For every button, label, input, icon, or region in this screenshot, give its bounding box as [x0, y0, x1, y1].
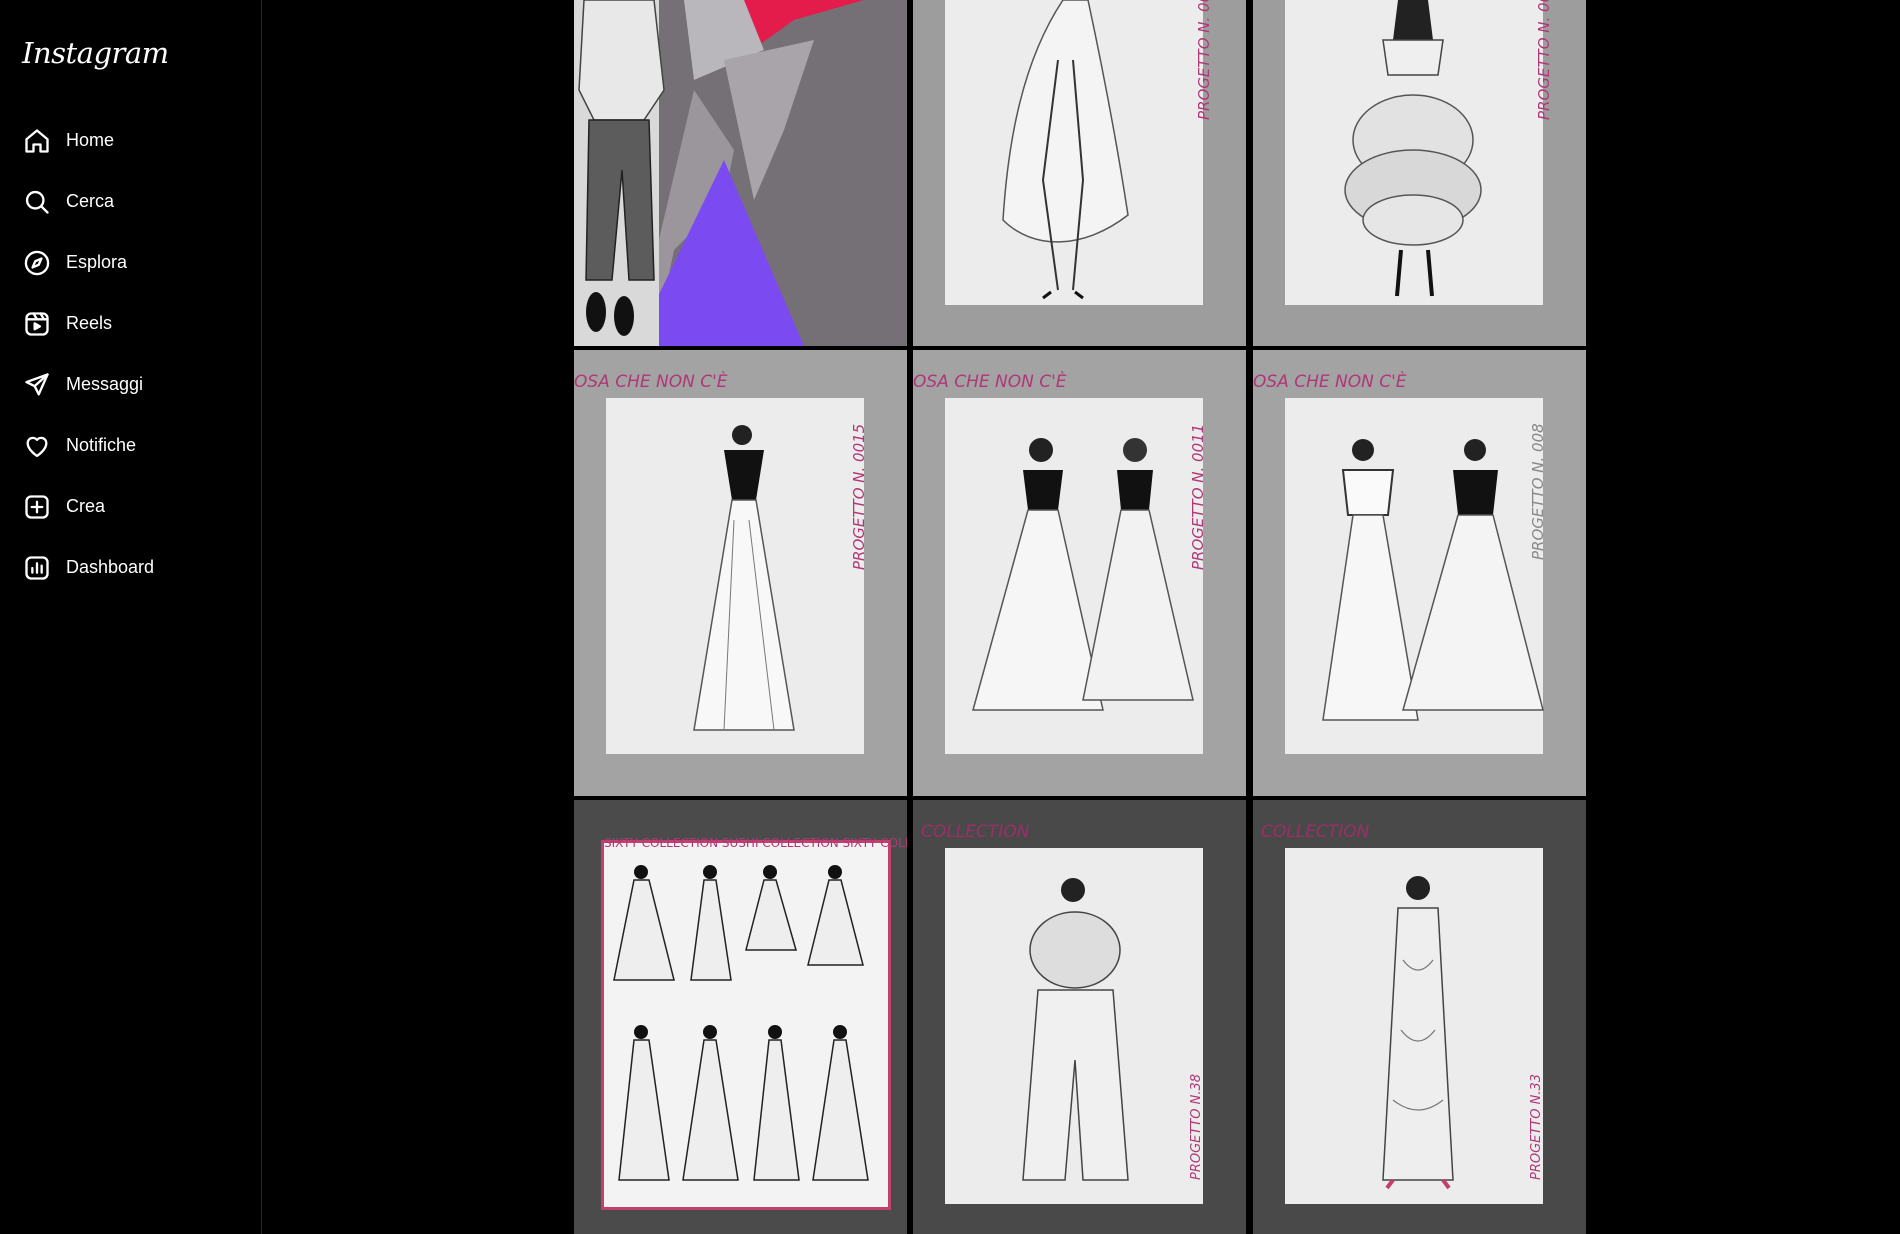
post-tile[interactable]: OSA CHE NON C'È PROGETTO N. 0015 — [574, 350, 907, 796]
sidebar-item-home[interactable]: Home — [0, 110, 262, 171]
project-label: PROGETTO N. 0011 — [1189, 423, 1207, 570]
dashboard-icon — [22, 553, 52, 583]
search-icon — [22, 187, 52, 217]
post-tile[interactable]: OSA CHE NON C'È PROGETTO N. 008 — [1253, 350, 1586, 796]
sidebar-item-label: Messaggi — [66, 374, 144, 394]
fashion-sketch-pair — [972, 438, 1194, 711]
post-image-geometric — [574, 0, 907, 346]
sidebar-item-label: Crea — [66, 496, 106, 516]
sidebar-item-search[interactable]: Cerca — [0, 171, 262, 232]
post-tile[interactable] — [574, 0, 907, 346]
sidebar-item-label: Home — [66, 130, 115, 150]
post-tile[interactable]: COLLECTION PROGETTO N.38 — [913, 800, 1246, 1234]
sidebar-item-label: Esplora — [66, 252, 128, 272]
sidebar: Instagram Home Cerca Esplora Reels Messa… — [0, 0, 262, 1234]
post-grid: PROGETTO N. 00 PROGETTO N. 00 OSA CHE NO… — [574, 0, 1586, 1234]
sidebar-item-dashboard[interactable]: Dashboard — [0, 537, 262, 598]
sidebar-item-messages[interactable]: Messaggi — [0, 354, 262, 415]
project-label: PROGETTO N.33 — [1529, 1073, 1544, 1180]
post-tile[interactable]: SIXTY COLLECTION SUSHI COLLECTION SIXTY … — [574, 800, 907, 1234]
post-tile[interactable]: PROGETTO N. 00 — [913, 0, 1246, 346]
instagram-logo[interactable]: Instagram — [22, 36, 169, 70]
heart-icon — [22, 431, 52, 461]
project-label: PROGETTO N.38 — [1189, 1073, 1204, 1180]
sidebar-item-label: Cerca — [66, 191, 115, 211]
reels-icon — [22, 309, 52, 339]
post-tile[interactable]: PROGETTO N. 00 — [1253, 0, 1586, 346]
plus-square-icon — [22, 492, 52, 522]
project-label: PROGETTO N. 00 — [1535, 0, 1553, 120]
fashion-sketch-gown — [693, 425, 795, 731]
send-icon — [22, 370, 52, 400]
collection-figures — [613, 865, 869, 1181]
post-tile[interactable]: OSA CHE NON C'È PROGETTO N. 0011 — [913, 350, 1246, 796]
project-label: PROGETTO N. 00 — [1195, 0, 1213, 120]
sidebar-item-explore[interactable]: Esplora — [0, 232, 262, 293]
fashion-sketch-pair-wrap — [1322, 439, 1544, 721]
sidebar-item-reels[interactable]: Reels — [0, 293, 262, 354]
sidebar-item-label: Dashboard — [66, 557, 155, 577]
compass-icon — [22, 248, 52, 278]
home-icon — [22, 126, 52, 156]
project-label: PROGETTO N. 0015 — [850, 423, 868, 570]
sidebar-nav: Home Cerca Esplora Reels Messaggi Notifi… — [0, 110, 262, 598]
sidebar-item-label: Reels — [66, 313, 113, 333]
post-tile[interactable]: COLLECTION PROGETTO N.33 — [1253, 800, 1586, 1234]
project-label: PROGETTO N. 008 — [1529, 423, 1547, 560]
sidebar-item-label: Notifiche — [66, 435, 137, 455]
sidebar-item-create[interactable]: Crea — [0, 476, 262, 537]
sidebar-item-notifications[interactable]: Notifiche — [0, 415, 262, 476]
